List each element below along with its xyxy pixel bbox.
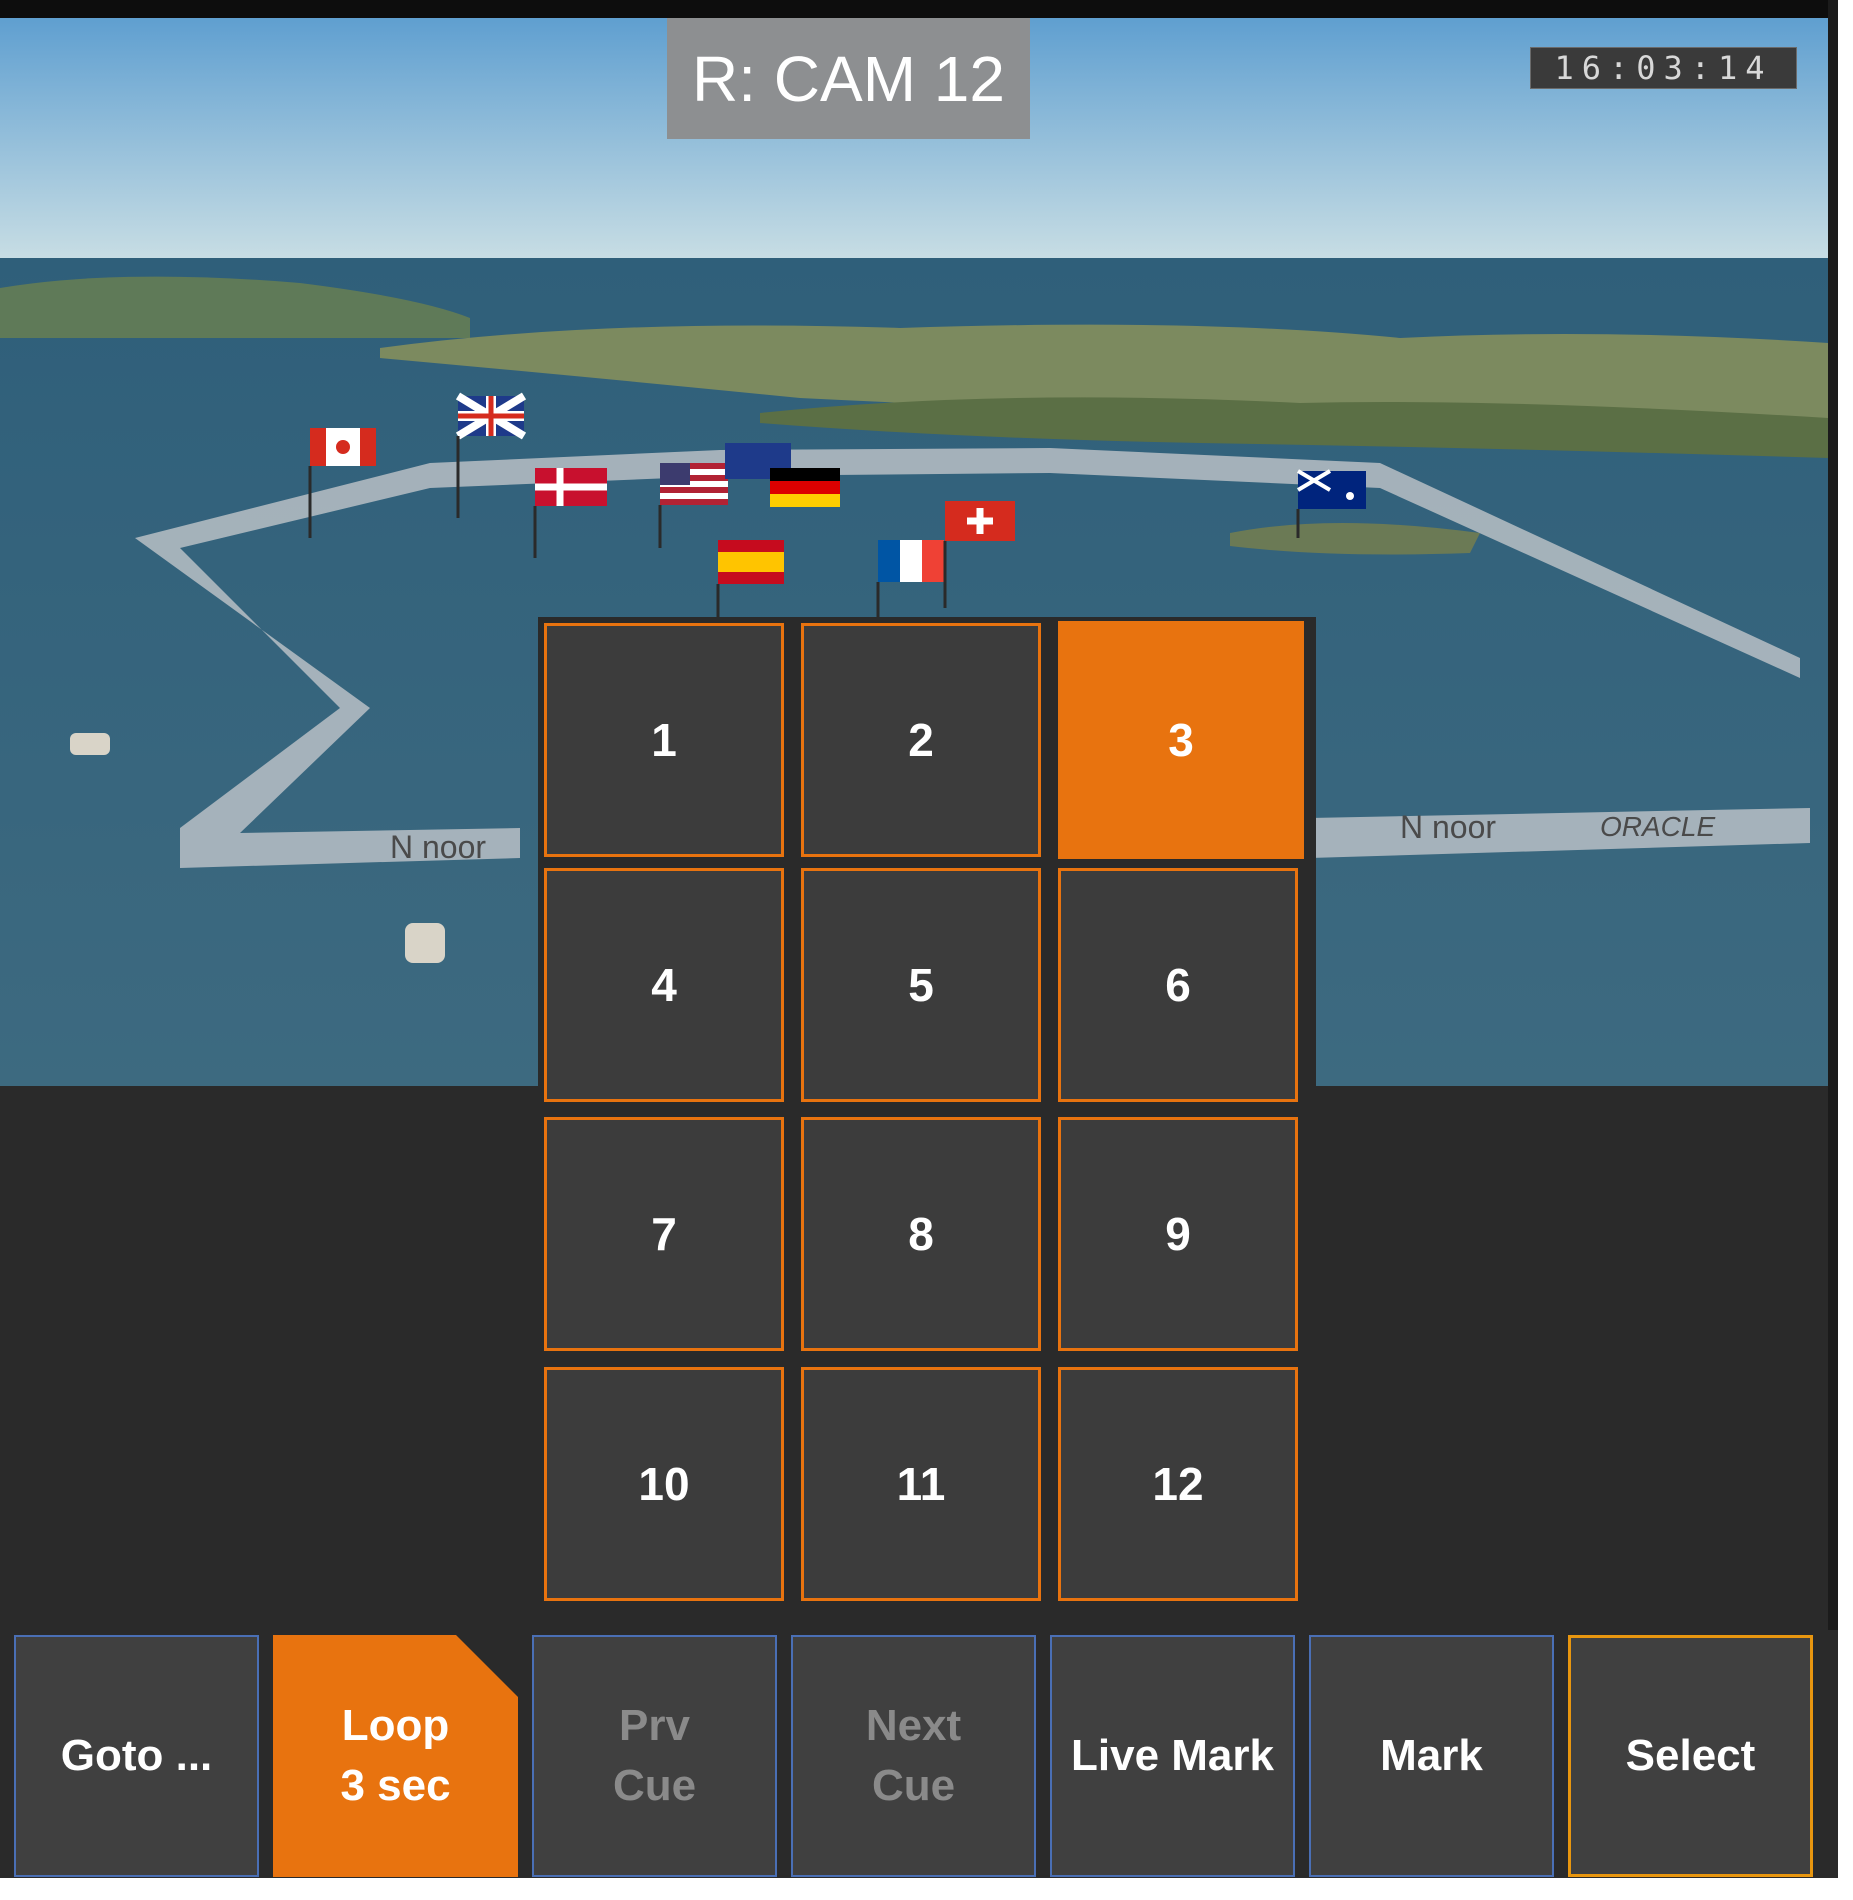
live-mark-label: Live Mark xyxy=(1071,1731,1274,1780)
camera-button-1[interactable]: 1 xyxy=(544,623,784,857)
timecode-display: 16:03:14 xyxy=(1530,47,1797,89)
loop-button[interactable]: Loop 3 sec xyxy=(273,1635,518,1877)
camera-button-11[interactable]: 11 xyxy=(801,1367,1041,1601)
live-mark-button[interactable]: Live Mark xyxy=(1050,1635,1295,1877)
previous-cue-button[interactable]: Prv Cue xyxy=(532,1635,777,1877)
camera-button-10[interactable]: 10 xyxy=(544,1367,784,1601)
next-cue-label: Next Cue xyxy=(865,1701,962,1810)
camera-button-2[interactable]: 2 xyxy=(801,623,1041,857)
camera-button-5[interactable]: 5 xyxy=(801,868,1041,1102)
svg-text:N noor: N noor xyxy=(1400,809,1496,845)
camera-button-12[interactable]: 12 xyxy=(1058,1367,1298,1601)
camera-button-9[interactable]: 9 xyxy=(1058,1117,1298,1351)
camera-button-4[interactable]: 4 xyxy=(544,868,784,1102)
mark-button[interactable]: Mark xyxy=(1309,1635,1554,1877)
top-strip xyxy=(0,0,1838,18)
replay-panel: N noor N noor ORACLE R: CAM 12 16:03:14 … xyxy=(0,0,1838,1878)
previous-cue-label: Prv Cue xyxy=(612,1701,697,1810)
select-label: Select xyxy=(1625,1731,1756,1780)
camera-button-3[interactable]: 3 xyxy=(1058,621,1304,859)
goto-button[interactable]: Goto ... xyxy=(14,1635,259,1877)
camera-select-grid: 1 2 3 4 5 6 7 8 9 10 11 12 xyxy=(538,617,1316,1629)
loop-label: Loop 3 sec xyxy=(340,1701,451,1810)
camera-button-8[interactable]: 8 xyxy=(801,1117,1041,1351)
svg-text:ORACLE: ORACLE xyxy=(1600,811,1715,842)
camera-label: R: CAM 12 xyxy=(667,18,1030,139)
svg-text:N noor: N noor xyxy=(390,829,486,865)
goto-label: Goto ... xyxy=(60,1731,213,1780)
camera-button-6[interactable]: 6 xyxy=(1058,868,1298,1102)
right-edge-bar xyxy=(1828,0,1838,1878)
camera-button-7[interactable]: 7 xyxy=(544,1117,784,1351)
select-button[interactable]: Select xyxy=(1568,1635,1813,1877)
next-cue-button[interactable]: Next Cue xyxy=(791,1635,1036,1877)
mark-label: Mark xyxy=(1380,1731,1483,1780)
